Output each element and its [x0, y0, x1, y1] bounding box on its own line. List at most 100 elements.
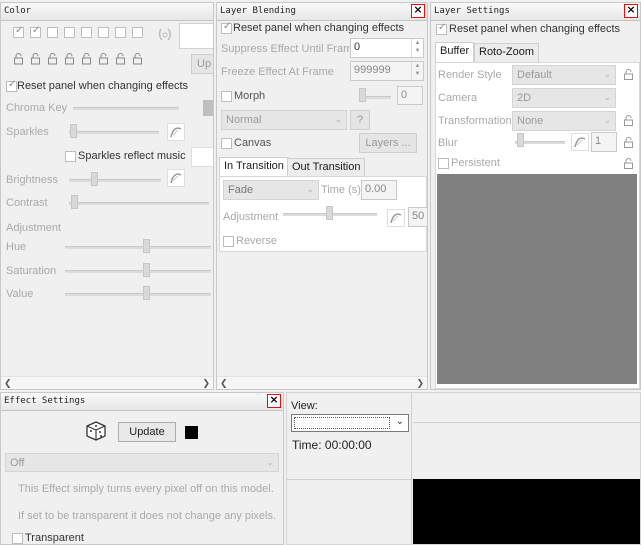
close-icon[interactable]: × [411, 4, 425, 18]
suppress-spin-icon[interactable]: ▲ ▼ [411, 39, 423, 57]
blending-horizontal-scrollbar[interactable]: ❮ ❯ [217, 376, 427, 389]
effect-select[interactable]: Off ⌄ [5, 453, 279, 472]
lock-icon[interactable] [82, 53, 91, 65]
scroll-right-icon[interactable]: ❯ [202, 377, 210, 389]
palette-update-button[interactable]: Up [191, 54, 213, 74]
lock-icon[interactable] [116, 53, 125, 65]
brightness-slider-thumb[interactable] [91, 172, 98, 186]
persistent-label: Persistent [451, 157, 500, 169]
render-style-select[interactable]: Default ⌄ [512, 65, 616, 85]
blur-value-curve-icon[interactable] [571, 133, 589, 151]
canvas-checkbox[interactable] [221, 138, 232, 149]
value-slider-thumb[interactable] [143, 286, 150, 300]
blending-reset-checkbox[interactable] [221, 21, 232, 34]
transition-adjustment-value[interactable]: 50 [408, 207, 427, 227]
tab-roto-zoom[interactable]: Roto-Zoom [474, 43, 540, 63]
blend-help-button[interactable]: ? [350, 110, 370, 130]
settings-reset-label: Reset panel when changing effects [449, 23, 621, 35]
blend-mode-select[interactable]: Normal ⌄ [221, 110, 347, 130]
lock-icon[interactable] [133, 53, 142, 65]
lock-icon[interactable] [624, 69, 633, 80]
view-splitter-vertical[interactable] [411, 393, 412, 544]
adjustment-label: Adjustment [6, 222, 62, 234]
transition-type-value: Fade [228, 184, 254, 196]
brightness-value-curve-icon[interactable] [167, 169, 185, 187]
transition-adjustment-thumb[interactable] [326, 206, 333, 220]
chevron-down-icon: ⌄ [334, 114, 342, 124]
chroma-key-label: Chroma Key [6, 102, 68, 114]
hue-slider-thumb[interactable] [143, 239, 150, 253]
scroll-right-icon[interactable]: ❯ [416, 377, 424, 389]
chevron-down-icon: ⌄ [603, 92, 611, 102]
contrast-slider-track[interactable] [69, 202, 209, 205]
render-style-value: Default [517, 69, 552, 81]
morph-value-input[interactable]: 0 [397, 86, 423, 105]
transition-value-curve-icon[interactable] [387, 209, 405, 227]
lock-icon[interactable] [624, 115, 633, 126]
tab-in-transition[interactable]: In Transition [219, 157, 289, 177]
camera-value: 2D [517, 92, 532, 104]
settings-reset-checkbox[interactable] [436, 22, 447, 35]
sparkles-music-checkbox[interactable] [65, 151, 76, 162]
scroll-left-icon[interactable]: ❮ [4, 377, 12, 389]
sparkles-slider-thumb[interactable] [70, 124, 77, 138]
palette-checkbox-6[interactable] [98, 27, 109, 38]
sparkles-slider-track[interactable] [69, 131, 159, 134]
effect-update-button[interactable]: Update [118, 422, 176, 442]
palette-sync-icon[interactable] [158, 27, 172, 41]
sparkles-value-curve-icon[interactable] [167, 123, 185, 141]
palette-checkbox-3[interactable] [47, 27, 58, 38]
morph-checkbox[interactable] [221, 91, 232, 102]
color-horizontal-scrollbar[interactable]: ❮ ❯ [1, 376, 213, 389]
blending-reset-label: Reset panel when changing effects [233, 22, 405, 34]
view-splitter-horizontal[interactable] [413, 422, 640, 423]
saturation-slider-track[interactable] [65, 270, 211, 273]
effect-color-swatch[interactable] [185, 426, 198, 439]
lock-icon[interactable] [14, 53, 23, 65]
transition-adjustment-label: Adjustment [223, 211, 279, 223]
blur-label: Blur [438, 137, 458, 149]
reverse-checkbox[interactable] [223, 236, 234, 247]
color-reset-checkbox[interactable] [6, 79, 17, 92]
lock-icon[interactable] [624, 137, 633, 148]
tab-buffer[interactable]: Buffer [435, 42, 475, 63]
lock-icon[interactable] [99, 53, 108, 65]
blur-value-input[interactable]: 1 [591, 132, 617, 152]
palette-checkbox-5[interactable] [81, 27, 92, 38]
lock-icon[interactable] [48, 53, 57, 65]
view-select-focus-ring [294, 417, 390, 429]
layers-button[interactable]: Layers ... [359, 133, 417, 153]
time-input[interactable]: 0.00 [361, 180, 397, 200]
hue-slider-track[interactable] [65, 246, 211, 249]
lock-icon[interactable] [31, 53, 40, 65]
lock-icon[interactable] [65, 53, 74, 65]
blur-slider-thumb[interactable] [517, 133, 524, 147]
palette-preview-box [179, 23, 213, 49]
palette-checkbox-8[interactable] [132, 27, 143, 38]
morph-slider-thumb[interactable] [359, 88, 366, 102]
transformation-select[interactable]: None ⌄ [512, 111, 616, 131]
close-icon[interactable]: × [267, 394, 281, 408]
brightness-label: Brightness [6, 174, 58, 186]
tab-out-transition[interactable]: Out Transition [287, 158, 366, 177]
contrast-slider-thumb[interactable] [71, 195, 78, 209]
dice-icon[interactable] [85, 420, 107, 442]
freeze-spin-icon[interactable]: ▲ ▼ [411, 62, 423, 80]
render-style-label: Render Style [438, 69, 502, 81]
palette-checkbox-4[interactable] [64, 27, 75, 38]
palette-checkbox-2[interactable] [30, 25, 41, 38]
brightness-slider-track[interactable] [69, 179, 161, 182]
lock-icon[interactable] [624, 158, 633, 169]
camera-select[interactable]: 2D ⌄ [512, 88, 616, 108]
chroma-key-slider-track[interactable] [73, 107, 179, 110]
transparent-checkbox[interactable] [12, 533, 23, 544]
saturation-slider-thumb[interactable] [143, 263, 150, 277]
palette-checkbox-7[interactable] [115, 27, 126, 38]
scroll-left-icon[interactable]: ❮ [220, 377, 228, 389]
transition-type-select[interactable]: Fade ⌄ [223, 180, 319, 200]
value-slider-track[interactable] [65, 293, 211, 296]
chroma-key-color-swatch[interactable] [203, 100, 213, 116]
close-icon[interactable]: × [624, 4, 638, 18]
persistent-checkbox[interactable] [438, 158, 449, 169]
palette-checkbox-1[interactable] [13, 25, 24, 38]
